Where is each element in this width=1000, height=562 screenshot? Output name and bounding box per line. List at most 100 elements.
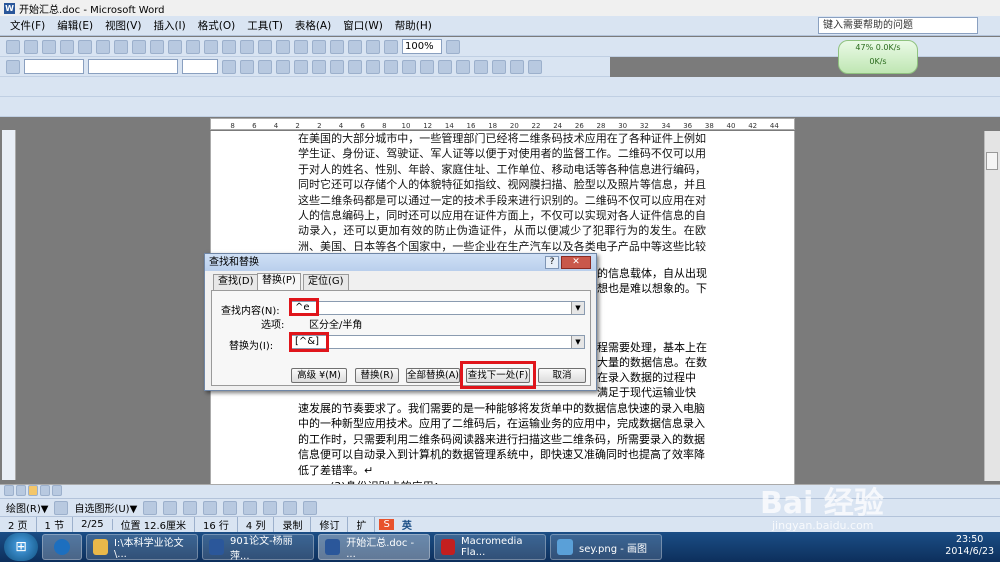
taskbar-item-word1[interactable]: 901论文-杨丽萍... (202, 534, 314, 562)
status-extend[interactable]: 扩 (348, 517, 376, 532)
docmap-icon[interactable] (366, 39, 380, 54)
columns-icon[interactable] (330, 39, 344, 54)
menu-table[interactable]: 表格(A) (289, 18, 337, 33)
taskbar-item-paint[interactable]: sey.png - 画图 (550, 534, 662, 560)
document-body[interactable]: 在美国的大部分城市中，一些管理部门已经将二维条码技术应用在了各种证件上例如学生证… (298, 131, 706, 270)
web-view-icon[interactable] (16, 485, 26, 496)
textbox-icon[interactable] (223, 500, 238, 515)
hyperlink-icon[interactable] (276, 39, 290, 54)
show-hide-icon[interactable] (384, 39, 398, 54)
permission-icon[interactable] (60, 39, 74, 54)
status-record[interactable]: 录制 (274, 517, 312, 532)
char-border-icon[interactable] (276, 59, 290, 74)
format-painter-icon[interactable] (222, 39, 236, 54)
bold-icon[interactable] (222, 59, 236, 74)
cut-icon[interactable] (168, 39, 182, 54)
font-select[interactable] (88, 59, 178, 74)
close-button[interactable]: ✕ (561, 256, 591, 269)
status-track[interactable]: 修订 (311, 517, 349, 532)
rectangle-icon[interactable] (183, 500, 198, 515)
menu-edit[interactable]: 编辑(E) (51, 18, 99, 33)
drawing-icon[interactable] (348, 39, 362, 54)
zoom-select[interactable]: 100% (402, 39, 442, 54)
line-icon[interactable] (143, 500, 158, 515)
table-icon[interactable] (294, 39, 308, 54)
taskbar-item-flash[interactable]: Macromedia Fla... (434, 534, 546, 560)
align-right-icon[interactable] (366, 59, 380, 74)
dialog-titlebar[interactable]: 查找和替换 (205, 254, 596, 271)
print-preview-icon[interactable] (114, 39, 128, 54)
paste-icon[interactable] (204, 39, 218, 54)
research-icon[interactable] (150, 39, 164, 54)
replace-field[interactable]: [^&] ▼ (291, 335, 585, 349)
replace-all-button[interactable]: 全部替换(A) (406, 368, 460, 383)
ime-mode[interactable]: 英 (394, 517, 420, 532)
horizontal-ruler[interactable]: 8 6 4 2 2 4 6 8 10 12 14 16 18 20 22 24 26 28 30 32 34 36 38 40… (210, 118, 795, 130)
justify-icon[interactable] (384, 59, 398, 74)
find-field[interactable]: ^e ▼ (291, 301, 585, 315)
char-scale-icon[interactable] (312, 59, 326, 74)
excel-icon[interactable] (312, 39, 326, 54)
autoshapes-menu[interactable]: 自选图形(U)▼ (74, 500, 137, 515)
chevron-down-icon[interactable]: ▼ (571, 302, 584, 314)
replace-button[interactable]: 替换(R) (355, 368, 399, 383)
arrow-icon[interactable] (163, 500, 178, 515)
outline-view-icon[interactable] (40, 485, 50, 496)
print-icon[interactable] (96, 39, 110, 54)
vertical-ruler[interactable] (2, 130, 16, 480)
help-icon[interactable] (446, 39, 460, 54)
redo-icon[interactable] (258, 39, 272, 54)
open-icon[interactable] (24, 39, 38, 54)
font-color-draw-icon[interactable] (303, 500, 318, 515)
menu-insert[interactable]: 插入(I) (147, 18, 191, 33)
oval-icon[interactable] (203, 500, 218, 515)
normal-view-icon[interactable] (4, 485, 14, 496)
menu-file[interactable]: 文件(F) (4, 18, 51, 33)
italic-icon[interactable] (240, 59, 254, 74)
system-clock[interactable]: 23:50 2014/6/23 (945, 534, 994, 558)
cancel-button[interactable]: 取消 (538, 368, 586, 383)
select-objects-icon[interactable] (54, 500, 69, 515)
spelling-icon[interactable] (132, 39, 146, 54)
sogou-pin-icon[interactable] (42, 534, 82, 560)
wordart-icon[interactable] (243, 500, 258, 515)
menu-window[interactable]: 窗口(W) (337, 18, 389, 33)
align-left-icon[interactable] (330, 59, 344, 74)
align-center-icon[interactable] (348, 59, 362, 74)
font-size-select[interactable] (182, 59, 218, 74)
reading-view-icon[interactable] (52, 485, 62, 496)
underline-icon[interactable] (258, 59, 272, 74)
copy-icon[interactable] (186, 39, 200, 54)
bullets-icon[interactable] (438, 59, 452, 74)
line-spacing-icon[interactable] (402, 59, 416, 74)
font-color-icon[interactable] (528, 59, 542, 74)
fill-color-icon[interactable] (263, 500, 278, 515)
style-select[interactable] (24, 59, 84, 74)
tab-goto[interactable]: 定位(G) (303, 274, 349, 290)
draw-menu[interactable]: 绘图(R)▼ (6, 500, 48, 515)
email-icon[interactable] (78, 39, 92, 54)
start-button[interactable]: ⊞ (4, 533, 38, 561)
menu-tools[interactable]: 工具(T) (241, 18, 289, 33)
char-shading-icon[interactable] (294, 59, 308, 74)
chevron-down-icon[interactable]: ▼ (571, 336, 584, 348)
border-icon[interactable] (492, 59, 506, 74)
tab-find[interactable]: 查找(D) (213, 274, 259, 290)
save-icon[interactable] (42, 39, 56, 54)
numbering-icon[interactable] (420, 59, 434, 74)
help-search-input[interactable]: 键入需要帮助的问题 (818, 17, 978, 34)
help-button[interactable]: ? (545, 256, 559, 269)
menu-help[interactable]: 帮助(H) (389, 18, 438, 33)
menu-view[interactable]: 视图(V) (99, 18, 147, 33)
menu-format[interactable]: 格式(O) (192, 18, 241, 33)
decrease-indent-icon[interactable] (456, 59, 470, 74)
styles-pane-icon[interactable] (6, 59, 20, 74)
scroll-thumb[interactable] (986, 152, 998, 170)
taskbar-item-explorer[interactable]: I:\本科学业论文\... (86, 534, 198, 560)
taskbar-item-word2[interactable]: 开始汇总.doc - ... (318, 534, 430, 560)
ime-sogou-icon[interactable]: S (379, 519, 394, 530)
tab-replace[interactable]: 替换(P) (257, 273, 301, 291)
undo-icon[interactable] (240, 39, 254, 54)
line-color-icon[interactable] (283, 500, 298, 515)
highlight-icon[interactable] (510, 59, 524, 74)
